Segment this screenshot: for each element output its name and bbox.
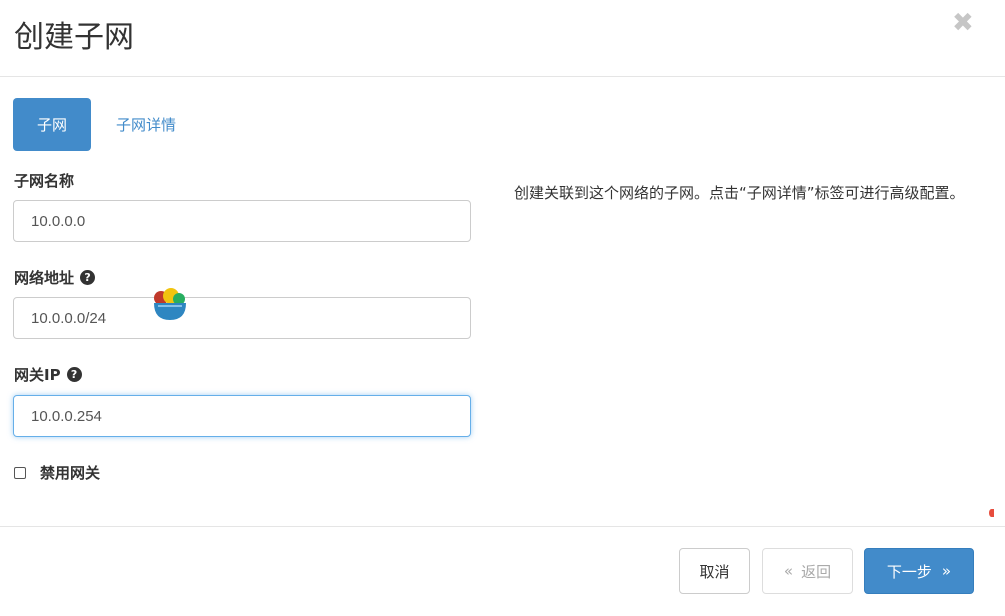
disable-gateway-label: 禁用网关 — [40, 464, 101, 482]
tab-subnet-details[interactable]: 子网详情 — [116, 114, 176, 135]
disable-gateway-checkbox[interactable] — [14, 466, 26, 479]
double-chevron-right-icon: » — [941, 562, 952, 580]
network-address-label: 网络地址 ? — [14, 267, 96, 288]
subnet-name-input[interactable] — [13, 200, 471, 242]
food-bowl-icon — [154, 288, 186, 320]
network-address-input[interactable] — [13, 297, 471, 339]
gateway-ip-label-text: 网关IP — [14, 366, 61, 384]
back-button[interactable]: « 返回 — [762, 548, 853, 594]
help-icon[interactable]: ? — [66, 367, 82, 382]
next-button-label: 下一步 — [886, 562, 932, 581]
back-button-label: 返回 — [801, 562, 832, 581]
help-description: 创建关联到这个网络的子网。点击“子网详情”标签可进行高级配置。 — [514, 184, 965, 202]
help-icon[interactable]: ? — [80, 270, 96, 285]
gateway-ip-label: 网关IP ? — [14, 364, 82, 385]
cancel-button[interactable]: 取消 — [679, 548, 750, 594]
dialog-title: 创建子网 — [14, 20, 134, 55]
close-icon[interactable]: ✖ — [952, 8, 974, 38]
disable-gateway-row[interactable]: 禁用网关 — [14, 462, 100, 483]
network-address-label-text: 网络地址 — [14, 269, 75, 287]
dialog-footer — [0, 526, 1005, 527]
double-chevron-left-icon: « — [783, 562, 794, 580]
gateway-ip-input[interactable] — [13, 395, 471, 437]
dialog-header: 创建子网 ✖ — [0, 0, 1005, 77]
edge-marker — [989, 509, 994, 517]
cancel-button-label: 取消 — [699, 562, 730, 581]
next-button[interactable]: 下一步 » — [864, 548, 974, 594]
tab-subnet[interactable]: 子网 — [13, 98, 91, 151]
subnet-name-label-text: 子网名称 — [14, 172, 75, 190]
subnet-name-label: 子网名称 — [14, 170, 74, 191]
